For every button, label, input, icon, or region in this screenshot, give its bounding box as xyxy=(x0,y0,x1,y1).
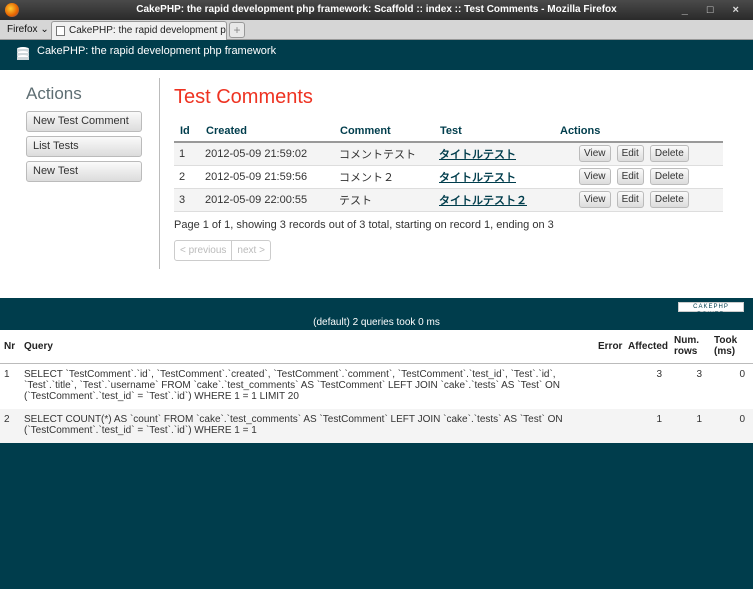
sql-row: 1 SELECT `TestComment`.`id`, `TestCommen… xyxy=(0,363,753,409)
page-title: Test Comments xyxy=(174,86,313,108)
query-summary: (default) 2 queries took 0 ms xyxy=(313,317,440,328)
new-tab-button[interactable]: + xyxy=(229,22,245,38)
window-title: CakePHP: the rapid development php frame… xyxy=(136,4,617,15)
firefox-menu-button[interactable]: Firefox ⌄ xyxy=(3,21,53,38)
cell-actions: View Edit Delete xyxy=(554,165,723,189)
browser-tab[interactable]: CakePHP: the rapid development p... xyxy=(51,21,227,40)
view-button[interactable]: View xyxy=(579,145,611,163)
column-header-test[interactable]: Test xyxy=(434,120,554,143)
sql-header-row: Nr Query Error Affected Num. rows Took (… xyxy=(0,330,753,364)
sql-col-num-rows: Num. rows xyxy=(670,330,710,364)
delete-button[interactable]: Delete xyxy=(649,145,689,163)
sql-cell-affected: 1 xyxy=(624,409,670,443)
delete-button[interactable]: Delete xyxy=(649,168,689,185)
column-header-comment[interactable]: Comment xyxy=(334,120,434,143)
footer: CAKEPHP POWER (default) 2 queries took 0… xyxy=(0,298,753,330)
sql-col-took: Took (ms) xyxy=(710,330,753,364)
column-header-created[interactable]: Created xyxy=(200,120,334,143)
firefox-icon xyxy=(5,3,19,17)
window-controls[interactable]: _ □ × xyxy=(682,0,747,20)
actions-panel: Actions New Test Comment List Tests New … xyxy=(26,84,142,186)
app-header: CakePHP: the rapid development php frame… xyxy=(0,40,753,70)
previous-page-button[interactable]: < previous xyxy=(175,241,231,260)
edit-button[interactable]: Edit xyxy=(616,168,644,185)
sql-col-query: Query xyxy=(20,330,594,364)
sql-cell-query: SELECT `TestComment`.`id`, `TestComment`… xyxy=(24,368,561,402)
cake-logo-icon xyxy=(17,47,29,60)
records-table: Id Created Comment Test Actions 1 2012-0… xyxy=(174,120,723,212)
cell-test: タイトルテスト xyxy=(434,165,554,189)
firefox-menu-label: Firefox xyxy=(7,24,38,35)
cakephp-power-badge[interactable]: CAKEPHP POWER xyxy=(678,302,744,318)
column-header-id[interactable]: Id xyxy=(174,120,200,143)
cell-comment: テスト xyxy=(334,188,434,212)
main-panel: Test Comments Id Created Comment Test Ac… xyxy=(174,86,723,261)
next-page-button[interactable]: next > xyxy=(231,240,270,260)
sql-row: 2 SELECT COUNT(*) AS `count` FROM `cake`… xyxy=(0,409,753,443)
sql-cell-error xyxy=(594,363,624,409)
paging-info: Page 1 of 1, showing 3 records out of 3 … xyxy=(174,218,554,231)
delete-button[interactable]: Delete xyxy=(649,191,689,208)
sql-log-table: Nr Query Error Affected Num. rows Took (… xyxy=(0,330,753,443)
edit-button[interactable]: Edit xyxy=(616,191,644,208)
cell-id: 1 xyxy=(174,142,200,166)
page-icon xyxy=(56,26,65,36)
table-row: 2 2012-05-09 21:59:56 コメント２ タイトルテスト View… xyxy=(174,165,723,189)
sql-cell-num-rows: 3 xyxy=(696,368,702,380)
sql-cell-affected: 3 xyxy=(656,368,662,380)
sql-log: Nr Query Error Affected Num. rows Took (… xyxy=(0,330,753,443)
cell-comment: コメントテスト xyxy=(334,142,434,166)
table-row: 1 2012-05-09 21:59:02 コメントテスト タイトルテスト Vi… xyxy=(174,142,723,166)
table-header-row: Id Created Comment Test Actions xyxy=(174,120,723,143)
tab-strip: Firefox ⌄ CakePHP: the rapid development… xyxy=(0,20,753,40)
actions-title: Actions xyxy=(26,84,82,103)
cell-comment: コメント２ xyxy=(334,165,434,189)
vertical-divider xyxy=(159,78,160,269)
brand-title: CakePHP: the rapid development php frame… xyxy=(37,45,277,57)
cell-created: 2012-05-09 21:59:56 xyxy=(200,165,334,189)
test-link[interactable]: タイトルテスト２ xyxy=(439,195,527,207)
sql-cell-error xyxy=(594,409,624,443)
new-test-comment-button[interactable]: New Test Comment xyxy=(26,111,142,132)
edit-button[interactable]: Edit xyxy=(616,145,644,163)
cell-id: 2 xyxy=(174,165,200,189)
new-test-button[interactable]: New Test xyxy=(26,161,142,182)
cell-created: 2012-05-09 22:00:55 xyxy=(200,188,334,212)
pagination: < previous next > xyxy=(174,239,271,261)
cell-test: タイトルテスト２ xyxy=(434,188,554,212)
sql-col-error: Error xyxy=(594,330,624,364)
content-area: Actions New Test Comment List Tests New … xyxy=(0,70,753,298)
sql-cell-took: 0 xyxy=(739,368,745,380)
sql-col-affected: Affected xyxy=(624,330,670,364)
cell-actions: View Edit Delete xyxy=(554,188,723,212)
sql-cell-query: SELECT COUNT(*) AS `count` FROM `cake`.`… xyxy=(20,409,594,443)
table-row: 3 2012-05-09 22:00:55 テスト タイトルテスト２ View … xyxy=(174,188,723,212)
view-button[interactable]: View xyxy=(579,191,611,208)
sql-cell-nr: 1 xyxy=(4,368,10,380)
cell-created: 2012-05-09 21:59:02 xyxy=(200,142,334,166)
sql-col-nr: Nr xyxy=(0,330,20,364)
test-link[interactable]: タイトルテスト xyxy=(439,172,516,184)
cell-test: タイトルテスト xyxy=(434,142,554,166)
cell-id: 3 xyxy=(174,188,200,212)
sql-cell-num-rows: 1 xyxy=(670,409,710,443)
chevron-down-icon: ⌄ xyxy=(40,24,49,35)
sql-cell-nr: 2 xyxy=(0,409,20,443)
test-link[interactable]: タイトルテスト xyxy=(439,149,516,161)
browser-tab-title: CakePHP: the rapid development p... xyxy=(69,25,227,36)
sql-cell-took: 0 xyxy=(710,409,753,443)
view-button[interactable]: View xyxy=(579,168,611,185)
column-header-actions: Actions xyxy=(554,120,723,143)
window-titlebar: CakePHP: the rapid development php frame… xyxy=(0,0,753,20)
list-tests-button[interactable]: List Tests xyxy=(26,136,142,157)
cell-actions: View Edit Delete xyxy=(554,142,723,166)
